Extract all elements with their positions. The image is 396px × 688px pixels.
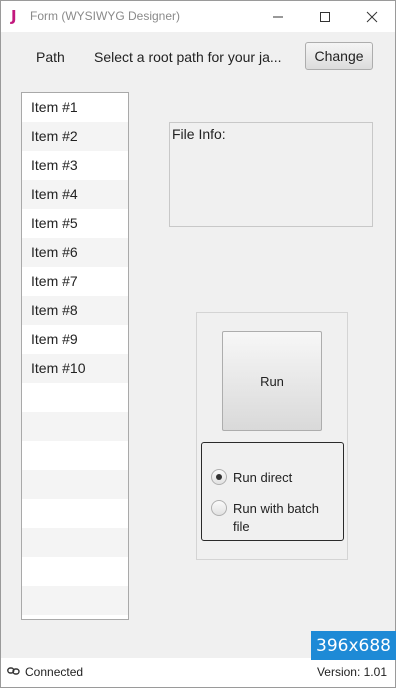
list-item[interactable]: Item #4 [22,180,128,209]
status-bar: Connected Version: 1.01 [1,658,395,687]
list-item[interactable]: Item #10 [22,354,128,383]
list-empty-row [22,528,128,557]
list-empty-row [22,557,128,586]
list-item[interactable]: Item #3 [22,151,128,180]
app-window: J Form (WYSIWYG Designer) Path Select a … [0,0,396,688]
path-value: Select a root path for your ja... [94,49,282,65]
minimize-icon [273,16,283,18]
list-item[interactable]: Item #1 [22,93,128,122]
size-badge: 396x688 [311,631,396,660]
radio-selected-icon[interactable] [211,469,227,485]
connection-status: Connected [25,665,84,679]
list-empty-row [22,441,128,470]
window-title: Form (WYSIWYG Designer) [30,9,181,23]
change-path-button[interactable]: Change [305,42,373,70]
maximize-icon [320,12,330,22]
list-empty-row [22,586,128,615]
file-info-panel: File Info: [169,122,373,227]
list-item[interactable]: Item #5 [22,209,128,238]
run-button[interactable]: Run [222,331,322,431]
run-batch-label: Run with batch file [233,501,319,534]
close-icon [366,11,378,23]
minimize-button[interactable] [255,1,301,32]
list-empty-row [22,470,128,499]
path-label: Path [36,49,65,65]
run-direct-label: Run direct [233,470,293,485]
run-direct-option[interactable]: Run direct [211,469,292,487]
list-empty-row [22,499,128,528]
version-label: Version: 1.01 [316,665,387,679]
list-empty-row [22,383,128,412]
title-bar[interactable]: J Form (WYSIWYG Designer) [1,1,395,32]
app-logo-icon: J [11,7,17,25]
list-item[interactable]: Item #7 [22,267,128,296]
list-item[interactable]: Item #6 [22,238,128,267]
file-info-label: File Info: [172,126,226,142]
maximize-button[interactable] [302,1,348,32]
run-batch-option[interactable]: Run with batch file [211,500,329,536]
link-icon [7,667,20,675]
close-button[interactable] [349,1,395,32]
radio-unselected-icon[interactable] [211,500,227,516]
list-empty-row [22,412,128,441]
list-item[interactable]: Item #9 [22,325,128,354]
item-list[interactable]: Item #1 Item #2 Item #3 Item #4 Item #5 … [21,92,129,620]
list-item[interactable]: Item #2 [22,122,128,151]
list-item[interactable]: Item #8 [22,296,128,325]
